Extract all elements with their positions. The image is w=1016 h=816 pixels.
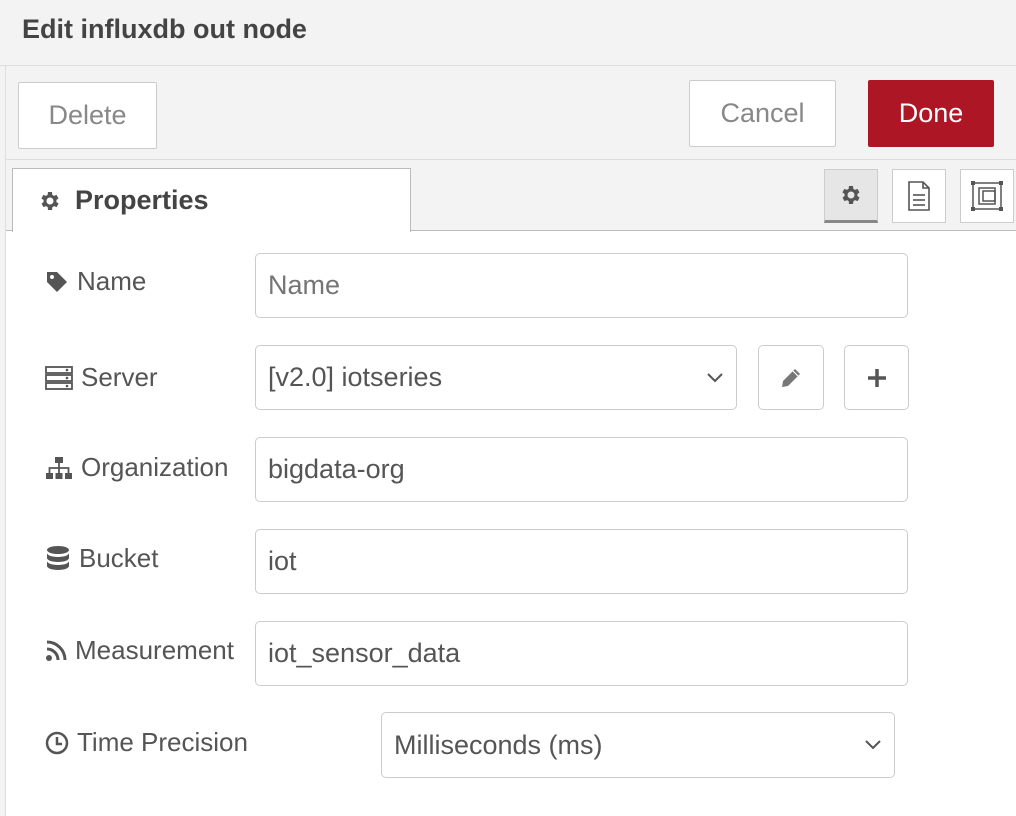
bucket-label-text: Bucket — [79, 543, 159, 573]
organization-input-value: bigdata-org — [268, 454, 405, 484]
name-input[interactable] — [255, 253, 908, 318]
tab-properties[interactable]: Properties — [12, 168, 411, 232]
bucket-input-value: iot — [268, 546, 297, 576]
time-precision-select-value: Milliseconds (ms) — [394, 729, 603, 760]
measurement-label: Measurement — [45, 635, 234, 666]
dialog-titlebar: Edit influxdb out node — [0, 0, 1016, 66]
tab-properties-label: Properties — [75, 185, 209, 215]
organization-input[interactable]: bigdata-org — [255, 437, 908, 502]
server-icon — [45, 365, 73, 390]
server-label-text: Server — [81, 362, 158, 392]
tag-icon — [47, 271, 67, 292]
appearance-icon — [971, 181, 1003, 211]
time-precision-label-text: Time Precision — [77, 727, 248, 757]
clock-icon — [45, 731, 69, 754]
dialog-title: Edit influxdb out node — [22, 14, 307, 44]
tab-description-button[interactable] — [892, 169, 946, 223]
rss-icon — [46, 640, 67, 661]
done-button[interactable]: Done — [868, 80, 994, 147]
tab-settings-button[interactable] — [824, 169, 878, 223]
bucket-input[interactable]: iot — [255, 529, 908, 594]
plus-icon — [867, 368, 886, 387]
chevron-down-icon — [865, 740, 881, 750]
organization-label: Organization — [45, 452, 228, 483]
delete-button[interactable]: Delete — [18, 82, 157, 149]
sitemap-icon — [46, 456, 72, 479]
cancel-button[interactable]: Cancel — [689, 80, 836, 147]
measurement-input-value: iot_sensor_data — [268, 638, 461, 668]
measurement-input[interactable]: iot_sensor_data — [255, 621, 908, 686]
chevron-down-icon — [707, 372, 723, 382]
gear-icon — [842, 186, 860, 204]
measurement-label-text: Measurement — [75, 635, 234, 665]
add-server-button[interactable] — [844, 345, 909, 410]
server-select[interactable]: [v2.0] iotseries — [255, 345, 737, 410]
name-label-text: Name — [77, 266, 147, 296]
time-precision-label: Time Precision — [45, 727, 248, 758]
name-label: Name — [45, 266, 146, 297]
bucket-label: Bucket — [45, 543, 159, 574]
server-label: Server — [45, 362, 158, 393]
database-icon — [47, 545, 69, 570]
edit-server-button[interactable] — [758, 345, 824, 410]
pencil-icon — [782, 368, 800, 387]
dialog-toolbar — [6, 66, 1016, 160]
tab-appearance-button[interactable] — [960, 169, 1014, 223]
organization-label-text: Organization — [81, 452, 229, 482]
server-select-value: [v2.0] iotseries — [268, 362, 443, 392]
gear-icon — [41, 192, 59, 210]
description-icon — [908, 181, 930, 211]
time-precision-select[interactable]: Milliseconds (ms) — [381, 712, 895, 778]
